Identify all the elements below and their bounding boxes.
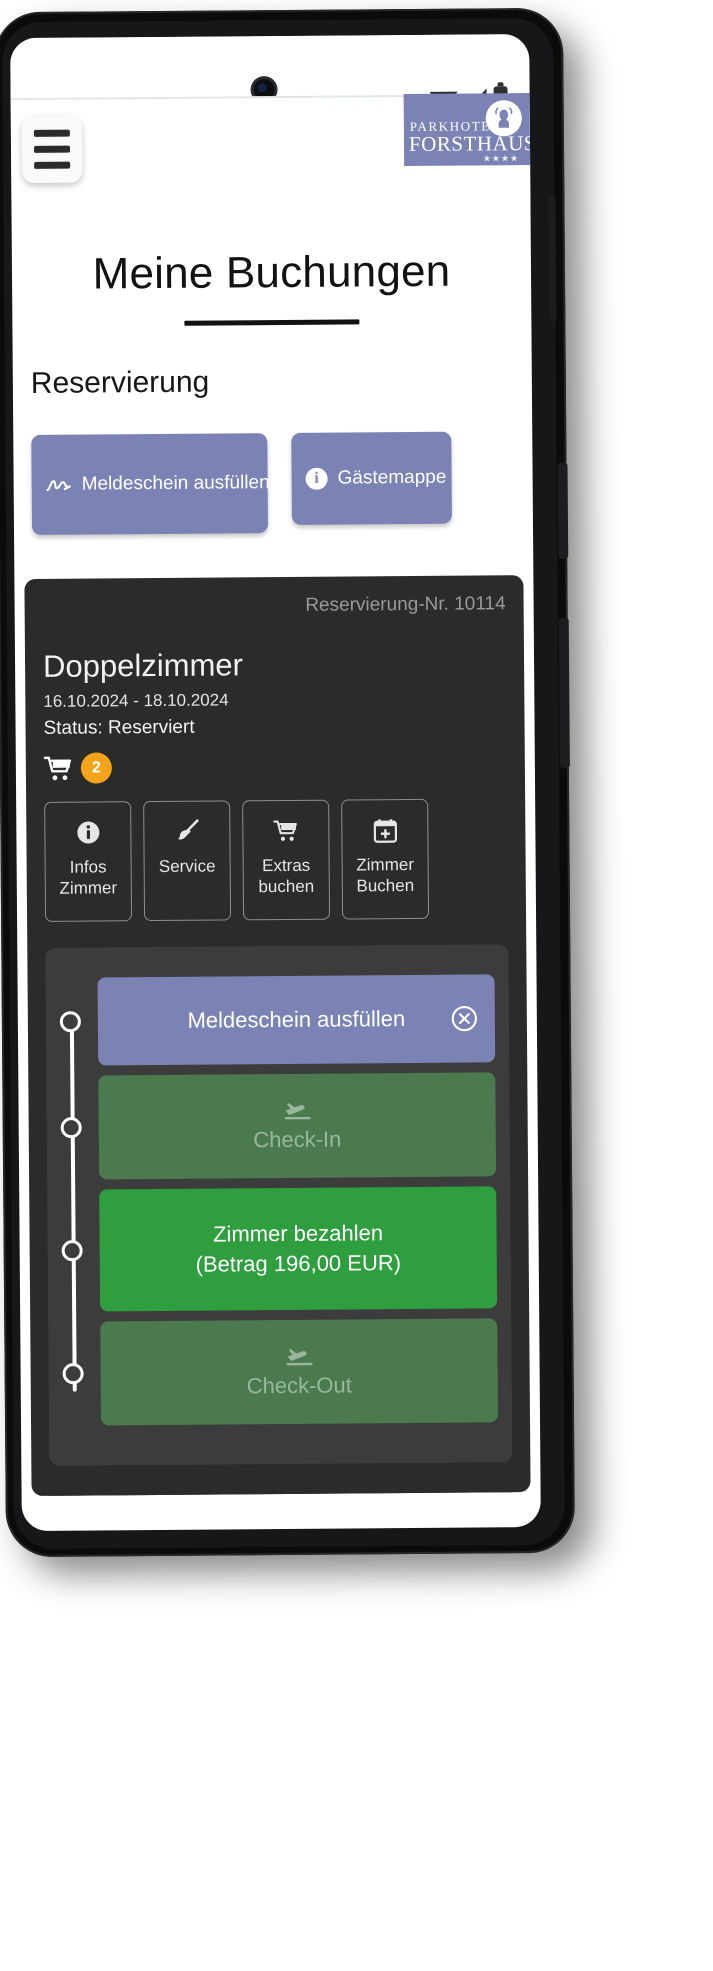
action-tile-service[interactable]: Service [143,800,232,922]
timeline-step-checkout: Check-Out [62,1318,499,1426]
action-tile-infos-zimmer[interactable]: Infos Zimmer [44,801,133,922]
gaestemappe-label: Gästemappe [337,466,447,489]
gaestemappe-button[interactable]: i Gästemappe [291,431,452,525]
timeline-step-label: Check-In [253,1126,342,1153]
timeline: Meldeschein ausfüllen Check-In Zimmer be… [46,974,499,1426]
title-block: Meine Buchungen [12,212,532,327]
cancel-circle-icon[interactable] [451,1005,478,1032]
phone-volume-button[interactable] [558,617,570,768]
timeline-step-label-line2: (Betrag 196,00 EUR) [195,1250,402,1277]
meldeschein-ausfuellen-label: Meldeschein ausfüllen [81,472,270,495]
info-circle-icon: i [305,467,328,490]
cart-count-badge: 2 [80,752,113,784]
hotel-logo[interactable]: PARKHOTEL FORSTHAUS ★★★★ [403,93,531,167]
room-type: Doppelzimmer [42,647,244,684]
shopping-cart-icon [272,816,299,846]
action-tile-label: Service [158,856,216,876]
plane-landing-icon [284,1103,311,1120]
quick-actions: Meldeschein ausfüllen i Gästemappe [31,431,533,535]
title-underline [184,319,360,326]
booking-card: Reservierung-Nr. 10114 Doppelzimmer 16.1… [24,575,531,1497]
info-circle-icon [76,817,100,847]
stay-dates: 16.10.2024 - 18.10.2024 [43,690,229,711]
action-tiles: Infos Zimmer Service Extras buchen Zimme… [44,798,508,922]
camera-lens [257,83,267,93]
timeline-step-label-line1: Zimmer bezahlen [212,1220,384,1247]
timeline-dot [59,1011,81,1033]
timeline-step-checkin: Check-In [60,1072,497,1180]
hamburger-menu-icon[interactable] [21,115,83,184]
action-tile-label: Infos Zimmer [59,857,118,899]
action-tile-zimmer-buchen[interactable]: Zimmer Buchen [341,798,430,920]
section-label-reservierung: Reservierung [30,365,210,400]
phone-screen: PARKHOTEL FORSTHAUS ★★★★ Meine Buchungen… [10,34,541,1532]
timeline-step-zimmer-bezahlen: Zimmer bezahlen (Betrag 196,00 EUR) [61,1186,498,1312]
signature-pen-icon [46,480,71,492]
booking-status: Status: Reserviert [43,716,195,739]
app-header: PARKHOTEL FORSTHAUS ★★★★ [10,93,531,217]
timeline-dot [62,1363,84,1385]
plane-takeoff-icon [286,1349,313,1366]
cart-row[interactable]: 2 [43,749,507,784]
timeline-step-meldeschein: Meldeschein ausfüllen [59,974,496,1066]
action-tile-extras-buchen[interactable]: Extras buchen [242,799,331,921]
timeline-zimmer-bezahlen-button[interactable]: Zimmer bezahlen (Betrag 196,00 EUR) [99,1186,498,1312]
menu-bar-2 [33,145,71,153]
timeline-step-label: Check-Out [246,1372,352,1399]
action-tile-label: Extras buchen [258,855,315,897]
calendar-plus-icon [373,815,397,845]
timeline-meldeschein-button[interactable]: Meldeschein ausfüllen [97,974,496,1066]
card-bottom-pad [49,1462,513,1496]
logo-stars: ★★★★ [482,153,520,164]
timeline-step-label: Meldeschein ausfüllen [187,1006,406,1033]
status-bar [10,34,530,112]
menu-bar-1 [33,129,70,137]
meldeschein-ausfuellen-button[interactable]: Meldeschein ausfüllen [31,433,270,535]
timeline-dot [61,1240,83,1262]
timeline-rail [69,1011,77,1392]
timeline-checkin-button[interactable]: Check-In [98,1072,497,1180]
broom-icon [174,817,200,847]
shopping-cart-icon [43,756,72,780]
phone-frame: PARKHOTEL FORSTHAUS ★★★★ Meine Buchungen… [0,7,576,1558]
timeline-checkout-button[interactable]: Check-Out [100,1318,499,1426]
timeline-dot [60,1117,82,1139]
action-tile-label: Zimmer Buchen [356,854,415,896]
page-title: Meine Buchungen [92,246,451,299]
phone-side-button-extra[interactable] [548,195,557,322]
menu-bar-3 [34,161,71,169]
timeline-panel: Meldeschein ausfüllen Check-In Zimmer be… [45,944,513,1466]
reservation-number: Reservierung-Nr. 10114 [305,593,506,616]
phone-power-button[interactable] [557,462,569,559]
